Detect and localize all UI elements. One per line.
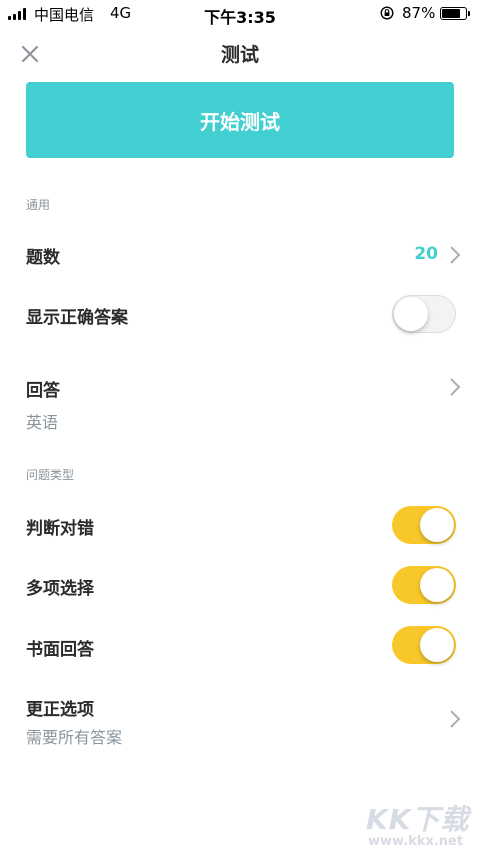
page-title: 测试 [220,44,259,66]
toggle-knob [420,628,454,662]
battery-percent: 87% [402,4,436,22]
multiple-choice-label: 多项选择 [26,579,94,599]
true-false-label: 判断对错 [26,519,94,539]
orientation-lock-icon [380,6,394,20]
battery-icon [440,7,470,20]
nav-bar: 测试 [0,28,480,78]
battery-fill [442,9,461,18]
written-answer-toggle[interactable] [392,626,456,664]
start-test-button[interactable]: 开始测试 [26,82,454,158]
show-correct-answer-toggle[interactable] [392,295,456,333]
toggle-knob [420,508,454,542]
status-bar: 中国电信 4G 下午3:35 87% [0,0,480,28]
multiple-choice-toggle[interactable] [392,566,456,604]
question-count-label: 题数 [26,248,60,268]
chevron-right-icon [450,246,461,264]
watermark-logo-text: KK下载 [366,803,470,836]
answer-label: 回答 [26,381,60,401]
toggle-knob [394,297,428,331]
question-count-value: 20 [414,244,438,264]
watermark-url: www.kkx.net [368,834,464,849]
section-header-general: 通用 [26,198,51,212]
chevron-right-icon [450,710,461,728]
answer-value: 英语 [26,413,59,432]
watermark-logo: KK下载 www.kkx.net [360,796,478,852]
toggle-knob [420,568,454,602]
correction-options-label: 更正选项 [26,700,94,720]
section-header-question-types: 问题类型 [26,468,75,482]
chevron-right-icon [450,378,461,396]
true-false-toggle[interactable] [392,506,456,544]
written-answer-label: 书面回答 [26,640,94,660]
correction-options-value: 需要所有答案 [26,728,123,747]
show-correct-answer-label: 显示正确答案 [26,308,128,328]
